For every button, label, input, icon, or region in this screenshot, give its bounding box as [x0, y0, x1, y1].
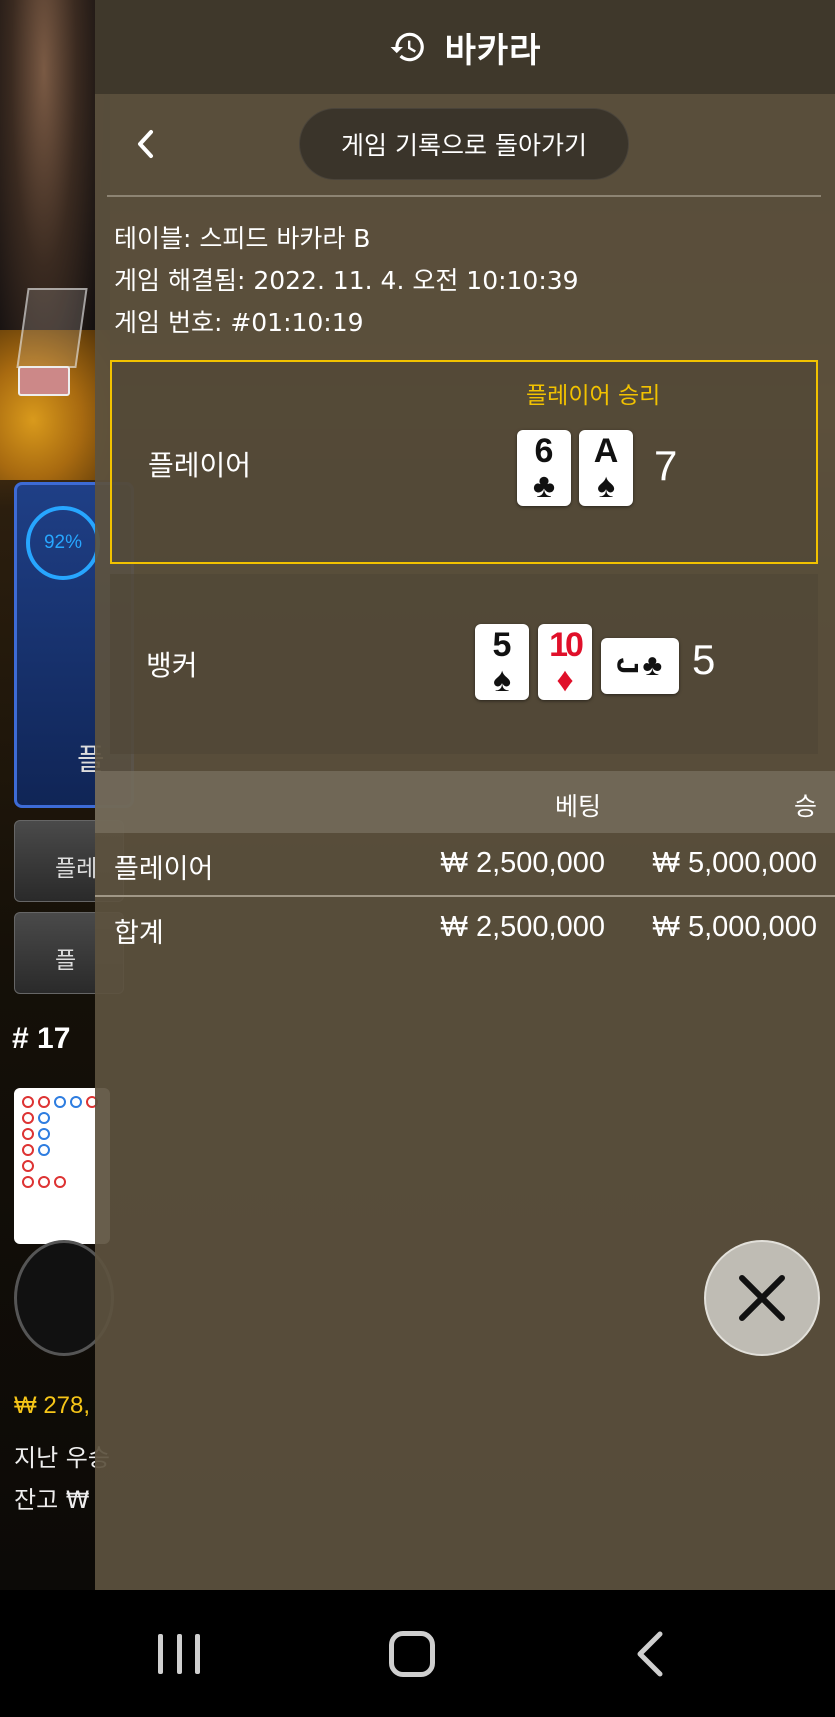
resolved-time: 게임 해결됨: 2022. 11. 4. 오전 10:10:39 [114, 266, 579, 295]
card-stack [18, 366, 70, 396]
header-win: 승 [793, 792, 817, 821]
card: 5 ♠ [475, 624, 529, 700]
back-icon[interactable] [630, 1630, 670, 1678]
card-shoe [16, 288, 88, 368]
total-win: ₩ 5,000,000 [652, 911, 817, 943]
close-button[interactable] [704, 1240, 820, 1356]
card: 6 ♣ [517, 430, 571, 506]
banker-score: 5 [692, 636, 716, 683]
history-panel: 바카라 게임 기록으로 돌아가기 테이블: 스피드 바카라 B 게임 해결됨: … [95, 0, 835, 1590]
table-row-total: 합계 ₩ 2,500,000 ₩ 5,000,000 [95, 897, 835, 959]
table-name: 테이블: 스피드 바카라 B [114, 224, 371, 253]
close-icon [739, 1275, 785, 1321]
card: A ♠ [579, 430, 633, 506]
game-info: 테이블: 스피드 바카라 B 게임 해결됨: 2022. 11. 4. 오전 1… [114, 218, 579, 344]
bet-amount: ₩ 2,500,000 [440, 847, 605, 879]
wallet-label: 잔고 ₩ [14, 1486, 90, 1514]
chevron-left-icon[interactable] [127, 124, 165, 164]
card-rotated: J ♣ [601, 638, 679, 694]
panel-title: 바카라 [444, 30, 542, 71]
panel-header: 바카라 [95, 0, 835, 94]
back-to-history-button[interactable]: 게임 기록으로 돌아가기 [299, 108, 629, 180]
game-number: 게임 번호: #01:10:19 [114, 308, 364, 337]
bet-table: 베팅 승 플레이어 ₩ 2,500,000 ₩ 5,000,000 합계 ₩ 2… [95, 771, 835, 959]
player-score: 7 [654, 442, 678, 489]
timer-ring: 92% [26, 506, 100, 580]
banker-label: 뱅커 [146, 649, 198, 682]
recents-icon[interactable] [158, 1634, 200, 1674]
back-row: 게임 기록으로 돌아가기 [95, 94, 835, 194]
history-icon [390, 32, 424, 62]
home-icon[interactable] [389, 1631, 435, 1677]
win-amount: ₩ 5,000,000 [652, 847, 817, 879]
player-win-label: 플레이어 승리 [526, 383, 661, 409]
player-result: 플레이어 승리 플레이어 6 ♣ A ♠ 7 [110, 360, 818, 564]
total-bet: ₩ 2,500,000 [440, 911, 605, 943]
round-number: # 17 [12, 1022, 71, 1055]
header-bet: 베팅 [555, 792, 602, 821]
divider [107, 195, 821, 197]
banker-result: 뱅커 5 ♠ 10 ♦ J ♣ 5 [110, 574, 818, 754]
table-row: 플레이어 ₩ 2,500,000 ₩ 5,000,000 [95, 833, 835, 895]
bet-table-header: 베팅 승 [95, 771, 835, 833]
total-label: 합계 [114, 918, 164, 949]
bet-name: 플레이어 [114, 854, 214, 885]
card: 10 ♦ [538, 624, 592, 700]
player-label: 플레이어 [148, 449, 252, 482]
balance-partial: ₩ 278, [14, 1392, 91, 1419]
system-nav-bar [0, 1590, 835, 1717]
